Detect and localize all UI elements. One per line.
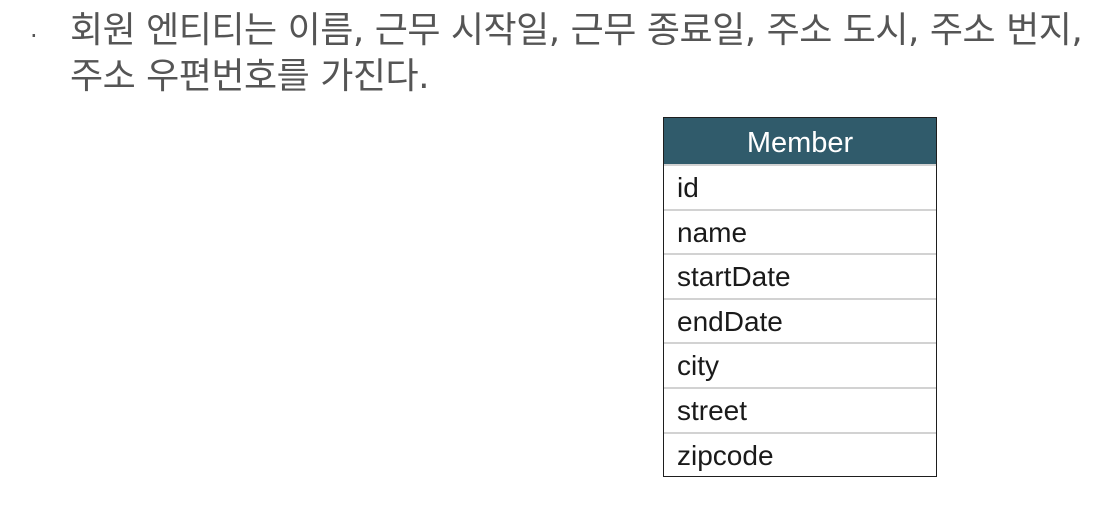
entity-attribute-city: city: [664, 342, 936, 387]
entity-attribute-name: name: [664, 208, 936, 254]
entity-attribute-street: street: [664, 386, 936, 432]
entity-attribute-startdate: startDate: [664, 253, 936, 298]
entity-attribute-zipcode: zipcode: [664, 431, 936, 477]
entity-title: Member: [664, 118, 936, 164]
member-entity-table: Member id name startDate endDate city st…: [663, 117, 937, 478]
description-text: 회원 엔티티는 이름, 근무 시작일, 근무 종료일, 주소 도시, 주소 번지…: [70, 10, 1083, 97]
entity-attribute-id: id: [664, 164, 936, 209]
entity-attribute-enddate: endDate: [664, 297, 936, 343]
bullet-dot-icon: ·: [30, 22, 38, 50]
